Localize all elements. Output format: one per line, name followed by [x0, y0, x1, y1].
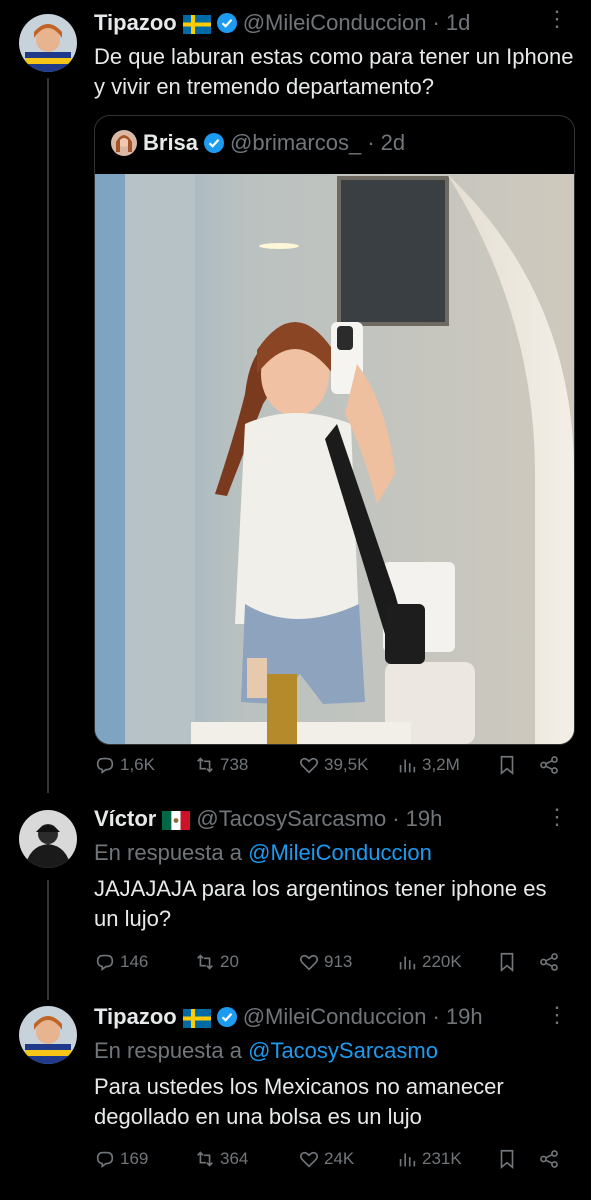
- like-button[interactable]: 39,5K: [298, 754, 368, 776]
- repost-count: 364: [220, 1149, 249, 1168]
- quoted-post[interactable]: Brisa @brimarcos_ · 2d: [94, 115, 575, 745]
- author-name[interactable]: Tipazoo: [94, 1004, 177, 1030]
- bookmark-button[interactable]: [496, 951, 518, 973]
- quoted-post-time[interactable]: · 2d: [367, 130, 405, 156]
- repost-icon: [197, 954, 213, 970]
- avatar-tipazoo[interactable]: [19, 1006, 77, 1064]
- views-button[interactable]: 220K: [396, 951, 462, 973]
- avatar-brisa[interactable]: [111, 130, 137, 156]
- like-count: 913: [324, 952, 353, 971]
- quoted-author-name[interactable]: Brisa: [143, 130, 198, 156]
- share-button[interactable]: [538, 951, 560, 973]
- reply-context: En respuesta a @MileiConduccion: [94, 840, 432, 866]
- views-button[interactable]: 231K: [396, 1148, 462, 1170]
- post-text: Para ustedes los Mexicanos no amanecer d…: [94, 1074, 504, 1129]
- share-icon: [540, 953, 558, 971]
- author-handle[interactable]: @TacosySarcasmo: [196, 806, 386, 832]
- bookmark-icon: [500, 1149, 514, 1170]
- post-text: De que laburan estas como para tener un …: [94, 44, 574, 99]
- post-time[interactable]: · 19h: [432, 1004, 482, 1030]
- reply-count: 169: [120, 1149, 149, 1168]
- post-header: Víctor @TacosySarcasmo · 19h: [94, 806, 442, 832]
- views-count: 3,2M: [422, 755, 460, 774]
- repost-count: 738: [220, 755, 249, 774]
- heart-icon: [299, 954, 319, 971]
- views-count: 220K: [422, 952, 462, 971]
- verified-badge-icon: [216, 1007, 237, 1027]
- bookmark-icon: [500, 952, 514, 973]
- share-icon: [540, 1150, 558, 1168]
- post-2[interactable]: Víctor @TacosySarcasmo · 19h ⋮ En respue…: [0, 800, 591, 990]
- views-count: 231K: [422, 1149, 462, 1168]
- verified-badge-icon: [216, 13, 237, 33]
- heart-icon: [299, 1151, 319, 1168]
- quoted-photo[interactable]: [95, 174, 574, 744]
- repost-button[interactable]: 20: [194, 951, 239, 973]
- quoted-author-handle[interactable]: @brimarcos_: [230, 130, 361, 156]
- like-count: 24K: [324, 1149, 355, 1168]
- post-actions: 146 20 913 220K: [94, 951, 564, 979]
- views-button[interactable]: 3,2M: [396, 754, 460, 776]
- reply-mention-link[interactable]: @MileiConduccion: [248, 840, 432, 865]
- mexico-flag-icon: [162, 810, 191, 830]
- views-icon: [399, 759, 416, 773]
- post-actions: 1,6K 738 39,5K 3,2M: [94, 754, 564, 782]
- reply-mention-link[interactable]: @TacosySarcasmo: [248, 1038, 438, 1063]
- share-icon: [540, 756, 558, 774]
- reply-prefix: En respuesta a: [94, 1038, 242, 1063]
- reply-button[interactable]: 1,6K: [94, 754, 155, 776]
- author-name[interactable]: Víctor: [94, 806, 156, 832]
- like-button[interactable]: 913: [298, 951, 352, 973]
- reply-context: En respuesta a @TacosySarcasmo: [94, 1038, 438, 1064]
- repost-icon: [197, 757, 213, 773]
- reply-button[interactable]: 146: [94, 951, 148, 973]
- reply-count: 146: [120, 952, 149, 971]
- repost-button[interactable]: 364: [194, 1148, 248, 1170]
- sweden-flag-icon: [182, 14, 211, 34]
- reply-prefix: En respuesta a: [94, 840, 242, 865]
- more-options-icon[interactable]: ⋮: [546, 6, 568, 32]
- reply-icon: [96, 1151, 114, 1168]
- post-time[interactable]: · 1d: [432, 10, 470, 36]
- reply-count: 1,6K: [120, 755, 155, 774]
- verified-badge-icon: [204, 133, 225, 153]
- heart-icon: [299, 757, 319, 774]
- avatar-tipazoo[interactable]: [19, 14, 77, 72]
- reply-icon: [96, 954, 114, 971]
- avatar-victor[interactable]: [19, 810, 77, 868]
- views-icon: [399, 1153, 416, 1167]
- post-actions: 169 364 24K 231K: [94, 1148, 564, 1176]
- post-time[interactable]: · 19h: [392, 806, 442, 832]
- like-button[interactable]: 24K: [298, 1148, 354, 1170]
- sweden-flag-icon: [182, 1008, 211, 1028]
- more-options-icon[interactable]: ⋮: [546, 1002, 568, 1028]
- share-button[interactable]: [538, 1148, 560, 1170]
- quoted-header: Brisa @brimarcos_ · 2d: [111, 130, 405, 156]
- post-header: Tipazoo @MileiConduccion · 1d: [94, 10, 470, 36]
- views-icon: [399, 956, 416, 970]
- author-handle[interactable]: @MileiConduccion: [243, 1004, 427, 1030]
- repost-button[interactable]: 738: [194, 754, 248, 776]
- bookmark-button[interactable]: [496, 1148, 518, 1170]
- post-text: JAJAJAJA para los argentinos tener iphon…: [94, 876, 547, 931]
- reply-icon: [96, 757, 114, 774]
- more-options-icon[interactable]: ⋮: [546, 804, 568, 830]
- bookmark-button[interactable]: [496, 754, 518, 776]
- like-count: 39,5K: [324, 755, 369, 774]
- author-name[interactable]: Tipazoo: [94, 10, 177, 36]
- bookmark-icon: [500, 755, 514, 776]
- post-1[interactable]: Tipazoo @MileiConduccion · 1d ⋮ De que l…: [0, 0, 591, 790]
- repost-count: 20: [220, 952, 239, 971]
- post-header: Tipazoo @MileiConduccion · 19h: [94, 1004, 483, 1030]
- share-button[interactable]: [538, 754, 560, 776]
- post-3[interactable]: Tipazoo @MileiConduccion · 19h ⋮ En resp…: [0, 998, 591, 1198]
- repost-icon: [197, 1151, 213, 1167]
- reply-button[interactable]: 169: [94, 1148, 148, 1170]
- author-handle[interactable]: @MileiConduccion: [243, 10, 427, 36]
